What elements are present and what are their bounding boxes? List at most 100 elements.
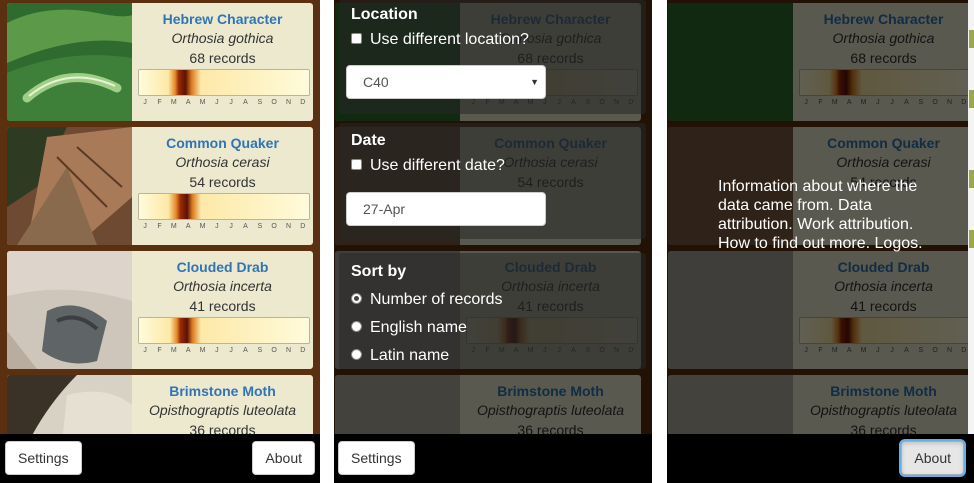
month-label: N: [285, 347, 292, 354]
species-photo: [7, 3, 132, 121]
species-common-name[interactable]: Brimstone Moth: [132, 382, 313, 400]
different-date-checkbox[interactable]: Use different date?: [351, 157, 505, 175]
phenology-bar: [139, 318, 309, 343]
species-card[interactable]: Common Quaker Orthosia cerasi 54 records…: [7, 127, 313, 245]
month-label: J: [229, 223, 233, 230]
radio-label: English name: [370, 319, 467, 336]
month-label: M: [170, 347, 177, 354]
radio-label: Number of records: [370, 291, 503, 308]
sort-radio-records[interactable]: Number of records: [351, 291, 503, 309]
background-page-edge: [968, 0, 974, 483]
phenology-bar: [139, 194, 309, 219]
chevron-down-icon: ▼: [530, 77, 539, 87]
settings-button[interactable]: Settings: [5, 441, 82, 475]
species-photo: [7, 127, 132, 245]
month-axis: JFMAMJJASOND: [138, 99, 310, 109]
phenology-bar: [139, 70, 309, 95]
month-label: A: [243, 347, 248, 354]
checkbox-label: Use different date?: [370, 157, 505, 174]
month-label: J: [215, 99, 219, 106]
month-label: J: [229, 99, 233, 106]
month-label: J: [215, 347, 219, 354]
sort-heading: Sort by: [351, 263, 407, 280]
phenology-chart: [138, 317, 310, 344]
radio-button[interactable]: [351, 292, 362, 304]
month-label: D: [300, 347, 306, 354]
month-label: M: [170, 223, 177, 230]
about-info-text: Information about where the data came fr…: [718, 178, 923, 252]
month-label: A: [243, 223, 248, 230]
month-label: N: [285, 223, 292, 230]
month-label: O: [271, 99, 277, 106]
species-common-name[interactable]: Common Quaker: [132, 134, 313, 152]
radio-button[interactable]: [351, 320, 362, 332]
about-button[interactable]: About: [252, 441, 315, 475]
month-label: A: [185, 99, 191, 106]
bottom-toolbar: Settings About: [0, 434, 320, 483]
location-select[interactable]: C40 ▼: [346, 65, 546, 99]
month-label: M: [199, 223, 206, 230]
species-card[interactable]: Clouded Drab Orthosia incerta 41 records…: [7, 251, 313, 369]
checkbox-label: Use different location?: [370, 31, 529, 48]
month-axis: JFMAMJJASOND: [138, 223, 310, 233]
location-section: Location Use different location? C40 ▼: [339, 0, 646, 114]
species-list[interactable]: Hebrew Character Orthosia gothica 68 rec…: [0, 0, 320, 434]
month-label: F: [157, 223, 162, 230]
bottom-toolbar: About: [667, 434, 974, 483]
month-label: D: [300, 223, 306, 230]
species-record-count: 54 records: [189, 174, 256, 190]
month-label: J: [143, 223, 147, 230]
month-label: M: [199, 99, 206, 106]
species-photo: [7, 251, 132, 369]
phenology-chart: [138, 193, 310, 220]
sort-radio-latin[interactable]: Latin name: [351, 347, 449, 365]
month-label: N: [285, 99, 292, 106]
species-latin-name: Opisthograptis luteolata: [148, 402, 297, 418]
month-axis: JFMAMJJASOND: [138, 347, 310, 357]
species-latin-name: Orthosia cerasi: [175, 154, 270, 170]
species-record-count: 36 records: [189, 422, 256, 434]
species-card[interactable]: Hebrew Character Orthosia gothica 68 rec…: [7, 3, 313, 121]
sort-radio-english[interactable]: English name: [351, 319, 467, 337]
species-photo: [7, 375, 132, 434]
month-label: A: [185, 223, 191, 230]
different-location-checkbox[interactable]: Use different location?: [351, 31, 529, 49]
date-section: Date Use different date? 27-Apr: [339, 123, 646, 239]
month-label: J: [215, 223, 219, 230]
month-label: S: [257, 223, 263, 230]
month-label: M: [199, 347, 206, 354]
date-heading: Date: [351, 132, 386, 149]
location-heading: Location: [351, 6, 418, 23]
species-record-count: 41 records: [189, 298, 256, 314]
settings-panel: Location Use different location? C40 ▼ Da…: [339, 0, 646, 369]
month-label: J: [143, 347, 147, 354]
date-input-value: 27-Apr: [363, 201, 406, 217]
month-label: A: [243, 99, 248, 106]
species-list-screen: Hebrew Character Orthosia gothica 68 rec…: [0, 0, 320, 483]
about-button[interactable]: About: [901, 441, 964, 475]
species-latin-name: Orthosia gothica: [171, 30, 274, 46]
species-common-name[interactable]: Clouded Drab: [132, 258, 313, 276]
month-label: F: [157, 347, 162, 354]
month-label: M: [170, 99, 177, 106]
species-latin-name: Orthosia incerta: [173, 278, 272, 294]
bottom-toolbar: Settings: [334, 434, 652, 483]
species-record-count: 68 records: [189, 50, 256, 66]
checkbox-box[interactable]: [351, 158, 362, 170]
month-label: S: [257, 99, 263, 106]
month-label: D: [300, 99, 306, 106]
date-input[interactable]: 27-Apr: [346, 192, 546, 226]
checkbox-box[interactable]: [351, 32, 362, 44]
month-label: S: [257, 347, 263, 354]
about-screen: Hebrew Character Orthosia gothica 68 rec…: [667, 0, 974, 483]
month-label: O: [271, 347, 277, 354]
species-card[interactable]: Brimstone Moth Opisthograptis luteolata …: [7, 375, 313, 434]
month-label: A: [185, 347, 191, 354]
settings-button[interactable]: Settings: [338, 441, 415, 475]
month-label: J: [143, 99, 147, 106]
location-select-value: C40: [363, 74, 389, 90]
species-common-name[interactable]: Hebrew Character: [132, 10, 313, 28]
month-label: O: [271, 223, 277, 230]
radio-button[interactable]: [351, 348, 362, 360]
month-label: F: [157, 99, 162, 106]
